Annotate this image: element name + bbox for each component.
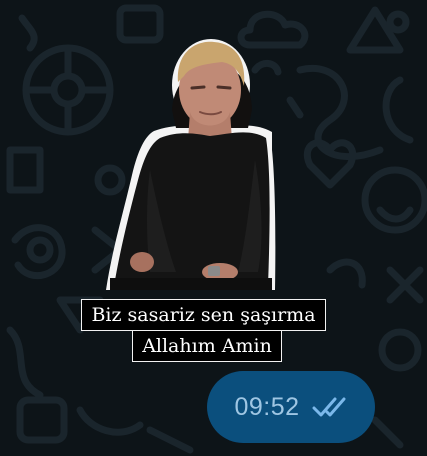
double-check-icon — [312, 397, 346, 417]
message-time: 09:52 — [234, 392, 300, 421]
message-time-bubble: 09:52 — [207, 371, 375, 443]
sticker-caption-line2: Allahım Amin — [133, 331, 281, 361]
sticker-caption-line1: Biz sasariz sen şaşırma — [82, 300, 325, 330]
